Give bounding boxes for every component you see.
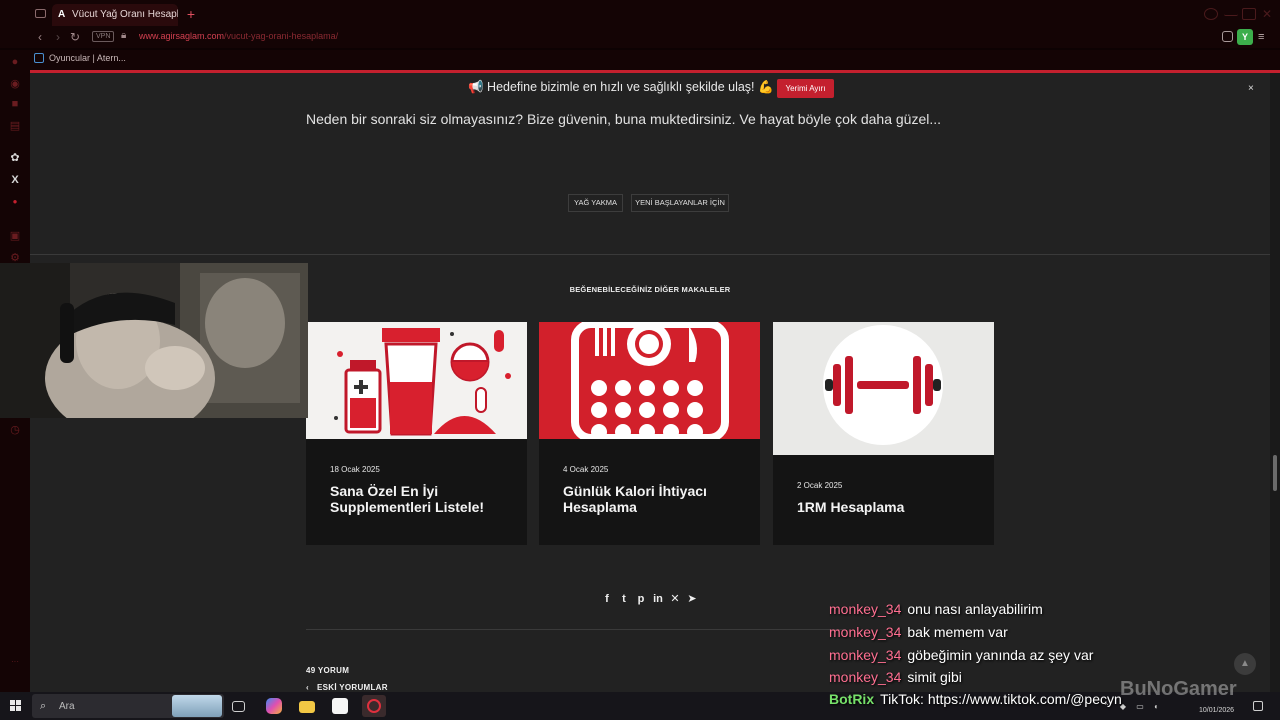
sidebar-opera-icon[interactable]: ● [9, 196, 21, 208]
reserve-spot-button[interactable]: Yerimi Ayırı [777, 79, 834, 98]
chat-text: göbeğimin yanında az şey var [907, 647, 1094, 663]
share-buttons: f t p in ✕ ➤ [600, 591, 704, 607]
sidebar-player-icon[interactable]: ■ [9, 98, 21, 110]
linkedin-icon[interactable]: in [651, 591, 665, 607]
taskbar-date: 10/01/2026 [1199, 707, 1235, 714]
lock-icon[interactable]: 🔒︎ [121, 30, 126, 41]
article-closing-text: Neden bir sonraki siz olmayasınız? Bize … [306, 111, 942, 127]
opera-ring-icon [367, 699, 381, 713]
tag-yag-yakma[interactable]: YAĞ YAKMA [568, 194, 623, 212]
chat-message: monkey_34 onu nası anlayabilirim [829, 601, 1043, 617]
card-title[interactable]: Günlük Kalori İhtiyacı Hesaplama [563, 483, 743, 515]
notifications-icon[interactable] [1253, 701, 1263, 711]
profile-initial: Y [1241, 32, 1248, 42]
extensions-icon[interactable] [1222, 31, 1233, 42]
reload-icon[interactable]: ↻ [68, 30, 82, 44]
copilot-icon[interactable] [266, 698, 282, 714]
workspaces-icon[interactable] [35, 9, 46, 18]
tab-title: Vücut Yağ Oranı Hesaplaya [72, 9, 178, 20]
task-view-icon[interactable] [232, 701, 245, 712]
webcam-overlay [0, 263, 308, 418]
sidebar-history-icon[interactable]: ◷ [9, 424, 21, 436]
chat-message: monkey_34 bak memem var [829, 624, 1008, 640]
stream-watermark: BuNoGamer [1120, 678, 1237, 700]
profile-avatar[interactable]: Y [1237, 29, 1253, 45]
sidebar-notes-icon[interactable]: ▤ [9, 120, 21, 132]
card-title[interactable]: Sana Özel En İyi Supplementleri Listele! [330, 483, 510, 515]
xing-icon[interactable]: ✕ [668, 591, 682, 607]
chat-bot-text: TikTok: https://www.tiktok.com/@pecyn [880, 691, 1122, 707]
comment-count: 49 YORUM [306, 666, 350, 675]
vpn-badge[interactable]: VPN [92, 31, 115, 42]
chat-text: simit gibi [907, 669, 962, 685]
dumbbell-thumbnail [773, 322, 994, 455]
scroll-to-top-button[interactable]: ▲ [1234, 653, 1256, 675]
taskbar-search-placeholder: Ara [59, 701, 75, 712]
url-path: /vucut-yag-orani-hesaplama/ [224, 31, 339, 41]
minimize-icon[interactable] [1224, 8, 1238, 16]
webcam-feed [0, 263, 308, 418]
close-announcement-icon[interactable]: × [1248, 83, 1254, 94]
tab-active[interactable]: A Vücut Yağ Oranı Hesaplaya [52, 4, 178, 26]
scrollbar[interactable] [1270, 73, 1280, 692]
bookmark-oyuncular[interactable]: Oyuncular | Atern... [49, 53, 126, 63]
related-articles-heading: BEĞENEBİLECEĞİNİZ DİĞER MAKALELER [569, 285, 731, 294]
card-title[interactable]: 1RM Hesaplama [797, 499, 977, 515]
search-icon: ⌕ [40, 700, 47, 712]
chat-username: monkey_34 [829, 601, 902, 617]
chat-text: onu nası anlayabilirim [907, 601, 1043, 617]
chat-username: monkey_34 [829, 624, 902, 640]
announcement-text: 📢 Hedefine bizimle en hızlı ve sağlıklı … [468, 80, 774, 94]
url-domain: www.agirsaglam.com [139, 31, 225, 41]
pinterest-icon[interactable]: p [634, 591, 648, 607]
file-explorer-icon[interactable] [299, 701, 315, 713]
search-highlight-image [172, 695, 222, 717]
related-card-calories[interactable]: 4 Ocak 2025 Günlük Kalori İhtiyacı Hesap… [539, 322, 760, 545]
menu-icon[interactable]: ≡ [1258, 31, 1264, 43]
section-divider [30, 254, 1270, 255]
telegram-icon[interactable]: ➤ [685, 591, 699, 607]
calorie-thumbnail [539, 322, 760, 439]
scrollbar-thumb[interactable] [1273, 455, 1277, 491]
older-comments-link[interactable]: ‹ ESKİ YORUMLAR [306, 683, 388, 692]
maximize-icon[interactable] [1242, 8, 1256, 20]
comments-divider [306, 629, 846, 630]
supplements-thumbnail [306, 322, 527, 439]
chat-message: monkey_34 göbeğimin yanında az şey var [829, 647, 1093, 663]
related-card-supplements[interactable]: 18 Ocak 2025 Sana Özel En İyi Supplement… [306, 322, 527, 545]
chevron-left-icon: ‹ [306, 683, 309, 692]
search-tabs-icon[interactable] [1204, 8, 1218, 20]
sidebar-social-icon[interactable]: ◉ [9, 78, 21, 90]
tag-yeni-baslayanlar[interactable]: YENİ BAŞLAYANLAR İÇİN [631, 194, 729, 212]
forward-icon[interactable]: › [51, 30, 65, 44]
older-comments-label: ESKİ YORUMLAR [316, 683, 388, 692]
card-date: 2 Ocak 2025 [797, 481, 843, 490]
new-tab-button[interactable]: + [184, 6, 198, 22]
sidebar-messenger-icon[interactable]: ● [9, 56, 21, 68]
url-field[interactable]: www.agirsaglam.com/vucut-yag-orani-hesap… [139, 31, 338, 41]
chat-text: bak memem var [907, 624, 1008, 640]
sidebar-wallet-icon[interactable]: ▣ [9, 230, 21, 242]
site-favicon-icon: A [58, 9, 66, 20]
bookmarks-bar [0, 50, 1280, 70]
card-date: 4 Ocak 2025 [563, 465, 609, 474]
windows-start-icon[interactable] [10, 700, 22, 712]
bookmark-favicon-icon [34, 53, 44, 63]
sidebar-x-icon[interactable]: X [9, 174, 21, 186]
back-icon[interactable]: ‹ [33, 30, 47, 44]
chat-bot-message: BotRix TikTok: https://www.tiktok.com/@pe… [829, 691, 1122, 707]
card-date: 18 Ocak 2025 [330, 465, 380, 474]
close-window-icon[interactable]: ✕ [1262, 8, 1276, 20]
chat-bot-username: BotRix [829, 691, 875, 707]
chat-username: monkey_34 [829, 669, 902, 685]
store-icon[interactable] [332, 698, 348, 714]
chat-message: monkey_34 simit gibi [829, 669, 962, 685]
facebook-icon[interactable]: f [600, 591, 614, 607]
twitter-icon[interactable]: t [617, 591, 631, 607]
related-card-1rm[interactable]: 2 Ocak 2025 1RM Hesaplama [773, 322, 994, 545]
sidebar-more-icon[interactable]: ··· [9, 656, 21, 668]
sidebar-chatgpt-icon[interactable]: ✿ [9, 152, 21, 164]
chat-username: monkey_34 [829, 647, 902, 663]
